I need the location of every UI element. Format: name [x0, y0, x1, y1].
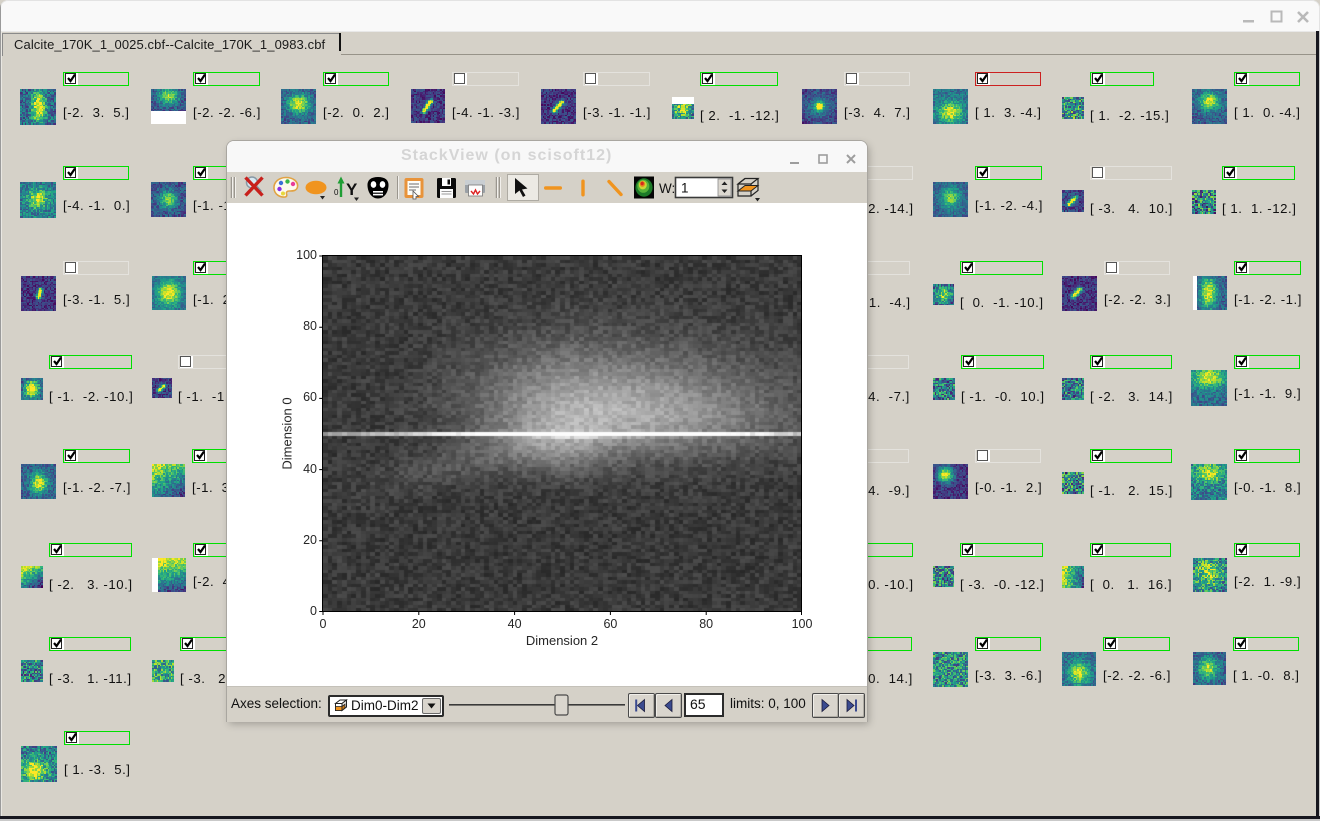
svg-text:1: 1 [681, 181, 689, 196]
svg-text:0: 0 [334, 188, 339, 197]
svg-text:W:: W: [659, 181, 675, 196]
svg-text:Y: Y [346, 180, 358, 199]
